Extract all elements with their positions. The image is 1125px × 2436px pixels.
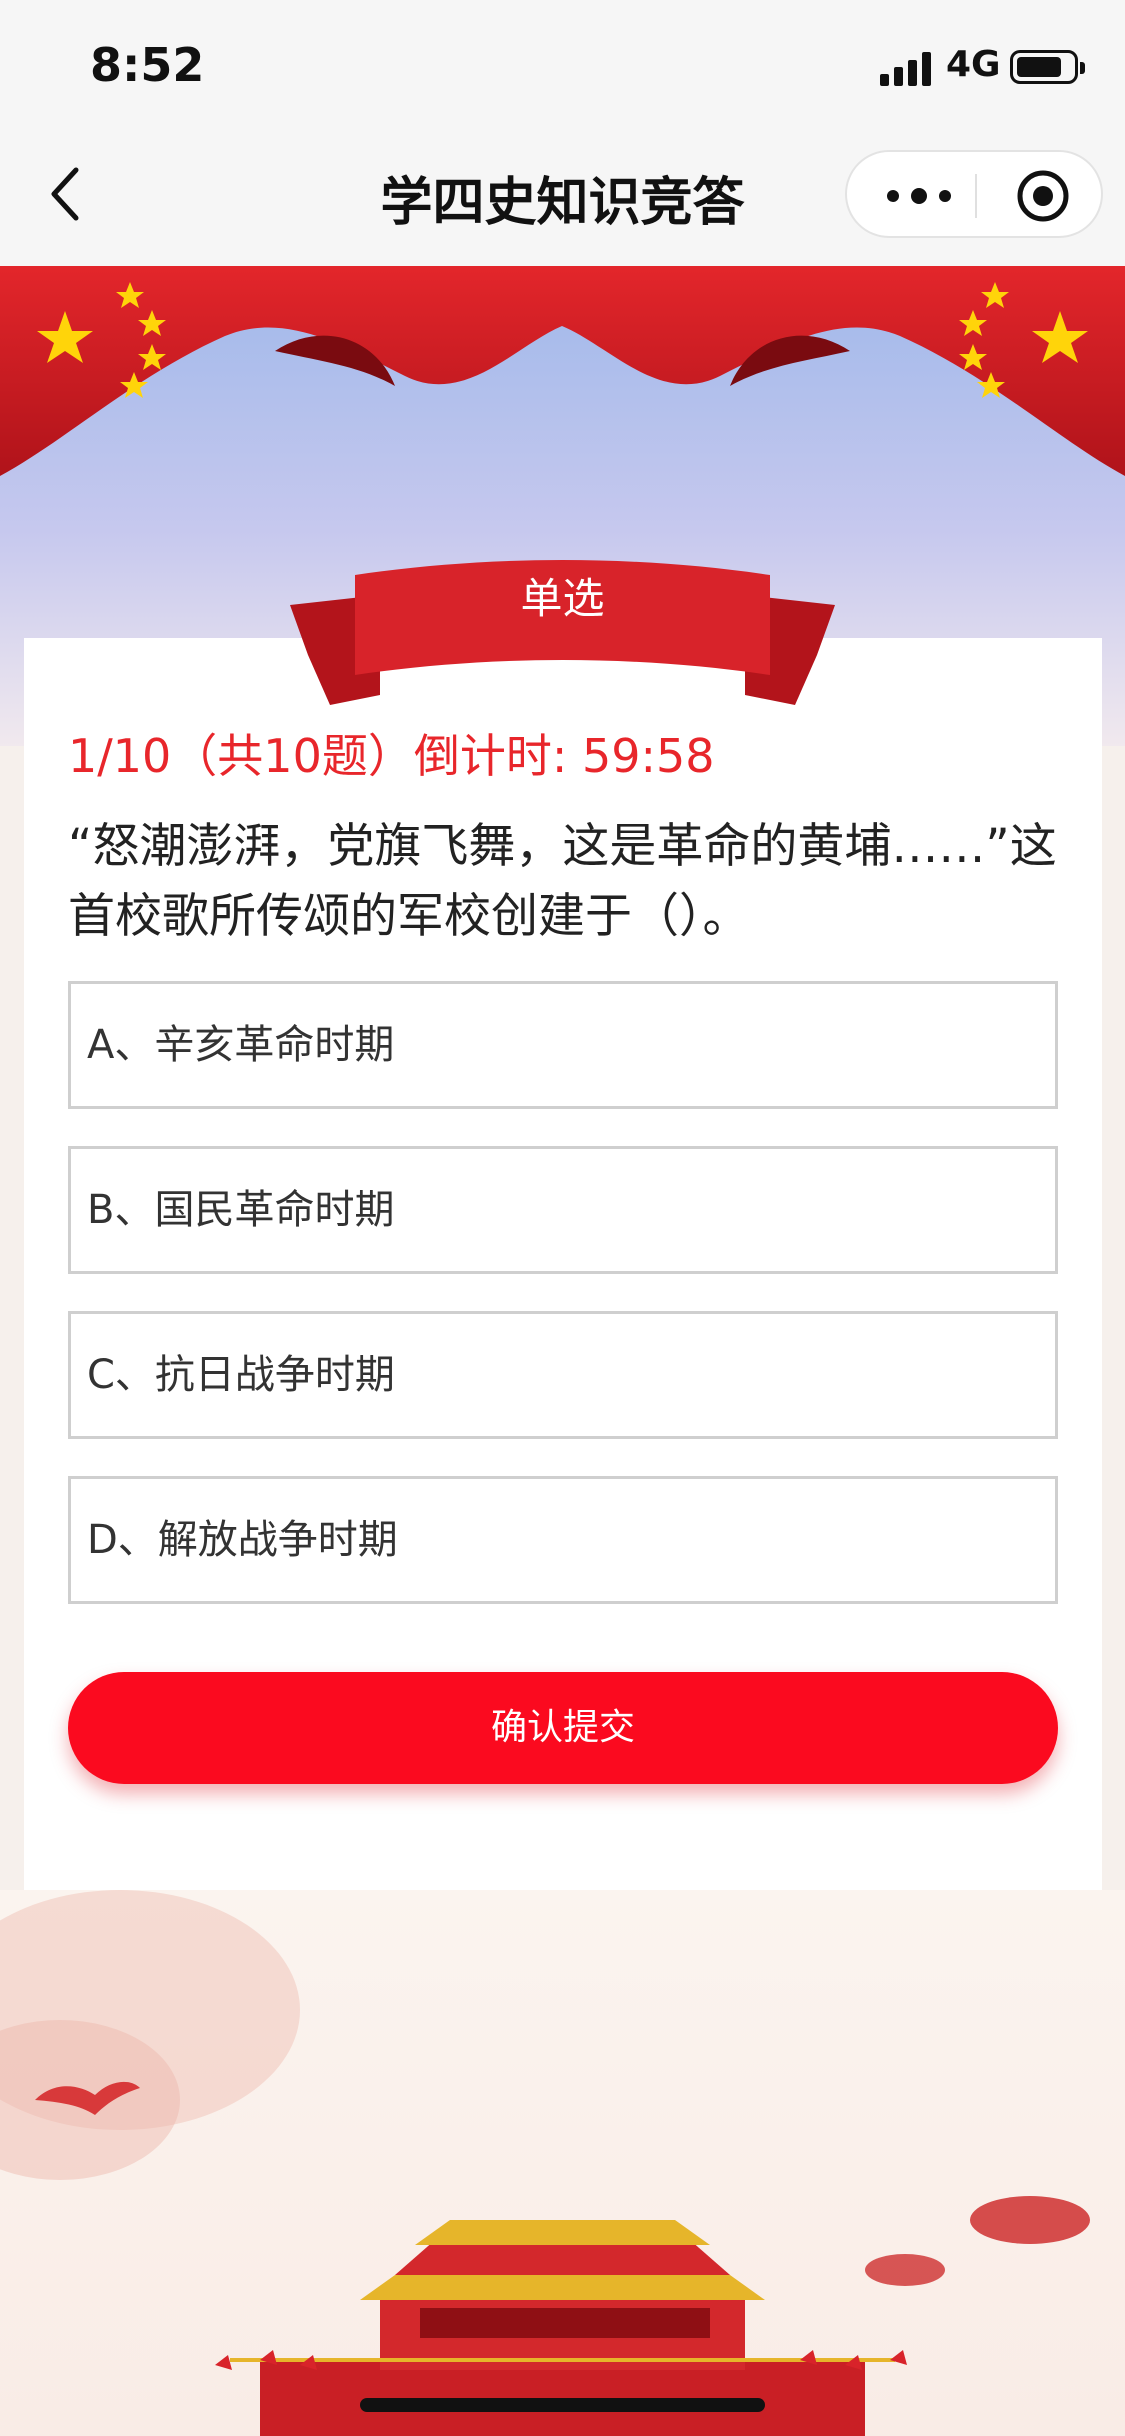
cloud-icon <box>865 2254 945 2286</box>
home-indicator <box>360 2398 765 2412</box>
question-type-label: 单选 <box>520 574 605 623</box>
submit-button[interactable]: 确认提交 <box>68 1672 1058 1784</box>
top-bar: 8:52 4G 学四史知识竞答 <box>0 0 1125 266</box>
progress-timer: 1/10（共10题）倒计时: 59:58 <box>68 729 715 783</box>
cloud-icon <box>970 2196 1090 2244</box>
option-c[interactable]: C、抗日战争时期 <box>68 1311 1058 1439</box>
tiananmen-illustration <box>0 1890 1090 2436</box>
option-b[interactable]: B、国民革命时期 <box>68 1146 1058 1274</box>
capsule-divider <box>975 174 977 218</box>
signal-icon <box>880 52 931 86</box>
more-dots-icon[interactable] <box>883 174 955 218</box>
target-circle-icon[interactable] <box>1015 168 1071 224</box>
status-time: 8:52 <box>90 38 205 92</box>
option-d[interactable]: D、解放战争时期 <box>68 1476 1058 1604</box>
option-a[interactable]: A、辛亥革命时期 <box>68 981 1058 1109</box>
bottom-decoration <box>0 1890 1125 2436</box>
network-type: 4G <box>946 44 1001 85</box>
mini-program-capsule <box>845 150 1103 238</box>
question-text: “怒潮澎湃，党旗飞舞，这是革命的黄埔……”这首校歌所传颂的军校创建于（）。 <box>68 819 1057 944</box>
battery-icon <box>1010 50 1085 84</box>
